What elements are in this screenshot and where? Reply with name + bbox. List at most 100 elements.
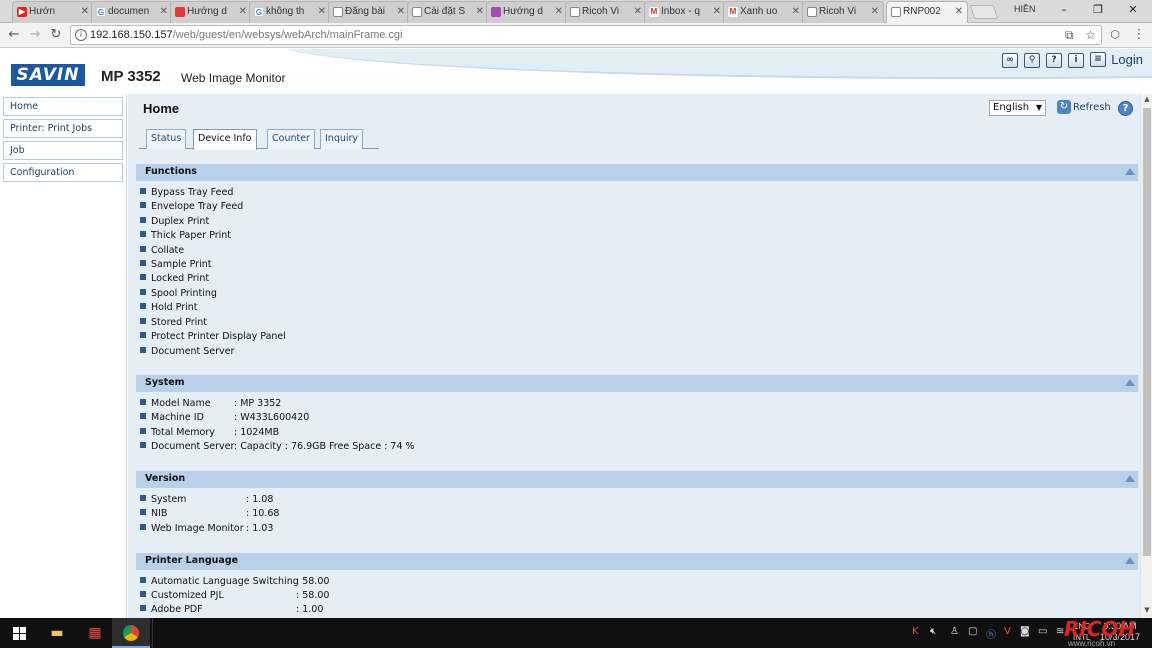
help-icon[interactable]: ?	[1046, 53, 1062, 68]
browser-tab-strip: ▶ Hướn ✕ G documen ✕ Hướng d ✕ G không t…	[0, 0, 1152, 24]
tab-counter[interactable]: Counter	[267, 129, 315, 149]
browser-tab[interactable]: Ricoh Vi ✕	[565, 1, 647, 23]
tab-status[interactable]: Status	[146, 129, 187, 149]
info-icon[interactable]: i	[1068, 53, 1084, 68]
close-icon[interactable]: ✕	[792, 2, 800, 22]
browser-tab[interactable]: Cài đặt S ✕	[407, 1, 489, 23]
close-icon[interactable]: ✕	[476, 2, 484, 22]
browser-tab[interactable]: ▶ Hướn ✕	[12, 1, 94, 23]
hp-icon[interactable]: ⓗ	[986, 626, 996, 641]
info-icon[interactable]: i	[75, 29, 87, 41]
bookmark-icon	[175, 7, 185, 17]
close-icon[interactable]: ✕	[871, 2, 879, 22]
collapse-arrow-icon[interactable]	[1125, 557, 1135, 564]
browser-tab[interactable]: Hướng d ✕	[486, 1, 568, 23]
profile-name[interactable]: HIỀN	[1014, 4, 1036, 14]
language-select[interactable]: English ▼	[989, 100, 1046, 116]
browser-tab[interactable]: Đăng bài ✕	[328, 1, 410, 23]
file-explorer-icon[interactable]: ▬	[38, 618, 76, 648]
system-row: Model Name: MP 3352	[140, 398, 281, 412]
network-icon[interactable]: ▢	[968, 626, 977, 637]
scroll-down-arrow-icon[interactable]: ▼	[1143, 606, 1151, 614]
chrome-menu-icon[interactable]: ⋮	[1130, 26, 1148, 44]
bullet-icon	[140, 524, 146, 530]
search-icon[interactable]: ⚲	[1024, 53, 1040, 68]
browser-tab[interactable]: G không th ✕	[249, 1, 331, 23]
forward-arrow-icon[interactable]: →	[26, 26, 44, 44]
restore-icon[interactable]: ❐	[1088, 2, 1108, 18]
taskbar-search-area[interactable]	[152, 618, 604, 648]
extension-icon[interactable]: ⬡	[1106, 26, 1124, 44]
app-grid-icon[interactable]: ▦	[76, 618, 114, 648]
browser-tab[interactable]: Ricoh Vi ✕	[802, 1, 884, 23]
close-icon[interactable]: ✕	[634, 2, 642, 22]
bullet-icon	[140, 217, 146, 223]
bullet-icon	[140, 413, 146, 419]
link-icon[interactable]: ∞	[1002, 53, 1018, 68]
scroll-up-arrow-icon[interactable]: ▲	[1143, 95, 1151, 103]
minimize-icon[interactable]: –	[1054, 2, 1074, 18]
close-icon[interactable]: ✕	[555, 2, 563, 22]
browser-tab[interactable]: Hướng d ✕	[170, 1, 252, 23]
camera-icon[interactable]: ◙	[1020, 626, 1030, 637]
close-icon[interactable]: ✕	[160, 2, 168, 22]
bullet-icon	[140, 399, 146, 405]
menu-item-job[interactable]: Job	[3, 141, 123, 160]
windows-start-icon[interactable]	[0, 618, 38, 648]
volume-muted-icon[interactable]: 🔇︎	[930, 626, 936, 637]
close-icon[interactable]: ✕	[81, 2, 89, 22]
translate-icon[interactable]: ⧉	[1065, 28, 1074, 43]
bullet-icon	[140, 303, 146, 309]
antivirus-icon[interactable]: K	[912, 626, 919, 637]
battery-icon[interactable]: ▭	[1038, 626, 1047, 637]
google-icon: G	[254, 7, 264, 17]
close-icon[interactable]: ✕	[397, 2, 405, 22]
function-label: Thick Paper Print	[151, 230, 231, 241]
scroll-thumb[interactable]	[1143, 108, 1151, 556]
usb-icon[interactable]: ♙	[950, 626, 959, 637]
ricoh-watermark: RICOH	[1064, 617, 1136, 641]
close-icon[interactable]: ✕	[239, 2, 247, 22]
browser-tab[interactable]: M Xanh uo ✕	[723, 1, 805, 23]
function-item: Protect Printer Display Panel	[140, 331, 286, 345]
collapse-arrow-icon[interactable]	[1125, 379, 1135, 386]
browser-tab[interactable]: G documen ✕	[91, 1, 173, 23]
reload-icon[interactable]: ↻	[47, 26, 65, 44]
tab-label: Inbox - q	[661, 6, 700, 17]
close-icon[interactable]: ✕	[955, 2, 963, 22]
help-icon[interactable]: ?	[1118, 101, 1133, 116]
page-scrollbar[interactable]: ▲ ▼	[1140, 94, 1152, 618]
gmail-icon: M	[728, 7, 738, 17]
chrome-taskbar-icon[interactable]	[112, 618, 150, 648]
menu-item-home[interactable]: Home	[3, 97, 123, 116]
tab-inquiry[interactable]: Inquiry	[320, 129, 364, 149]
back-arrow-icon[interactable]: ←	[5, 26, 23, 44]
new-tab-button[interactable]	[969, 5, 999, 19]
close-icon[interactable]: ✕	[318, 2, 326, 22]
bullet-icon	[140, 428, 146, 434]
close-window-icon[interactable]: ✕	[1123, 2, 1143, 18]
address-bar[interactable]: i 192.168.150.157/web/guest/en/websys/we…	[70, 25, 1102, 45]
bookmark-star-icon[interactable]: ☆	[1085, 28, 1096, 42]
refresh-label: Refresh	[1073, 102, 1111, 113]
row-value: : 1.00	[296, 604, 324, 615]
login-button[interactable]: ≡ Login	[1090, 52, 1143, 68]
menu-item-printer-print-jobs[interactable]: Printer: Print Jobs	[3, 119, 123, 138]
function-item: Collate	[140, 245, 184, 259]
login-label: Login	[1111, 52, 1143, 67]
close-icon[interactable]: ✕	[713, 2, 721, 22]
page-icon	[333, 7, 343, 17]
browser-tab-active[interactable]: RNP002 ✕	[886, 1, 968, 24]
collapse-arrow-icon[interactable]	[1125, 475, 1135, 482]
collapse-arrow-icon[interactable]	[1125, 168, 1135, 175]
function-item: Sample Print	[140, 259, 212, 273]
browser-tab[interactable]: M Inbox - q ✕	[644, 1, 726, 23]
login-icon: ≡	[1090, 52, 1106, 67]
tab-device-info[interactable]: Device Info	[193, 129, 257, 150]
bullet-icon	[140, 577, 146, 583]
url-text[interactable]: 192.168.150.157/web/guest/en/websys/webA…	[90, 29, 402, 41]
vpn-icon[interactable]: V	[1004, 626, 1011, 637]
menu-item-configuration[interactable]: Configuration	[3, 163, 123, 182]
row-label: Document Server	[151, 441, 235, 452]
refresh-button[interactable]: ↻ Refresh	[1057, 100, 1111, 116]
